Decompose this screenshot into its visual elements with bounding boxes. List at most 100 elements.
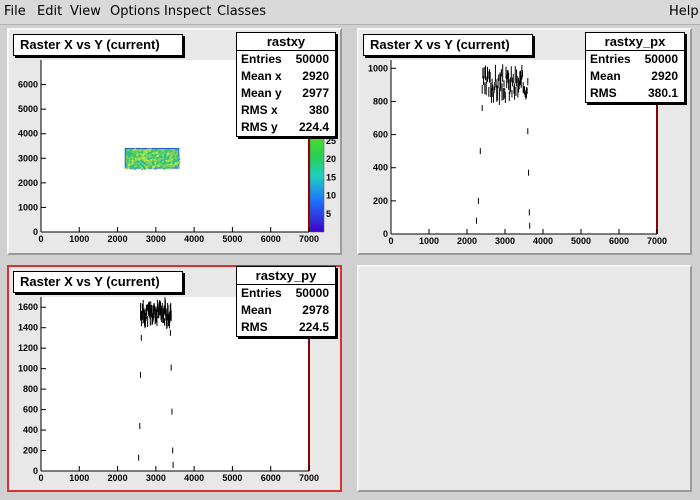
x-tick-label: 3000 [146,473,166,483]
heatmap-cell [172,155,175,158]
pad-rastxy[interactable]: 0 1000 2000 3000 4000 5000 6000 7000 0 1000 2000 30… [7,28,342,255]
y-tick-label: 1000 [368,63,388,73]
y-tick-label: 200 [23,446,38,456]
stats-row: Mean 2920 [590,69,678,83]
palette-label: 5 [326,209,331,219]
heatmap-cell [129,151,132,154]
heatmap-cell [125,154,128,157]
heatmap-cell [143,167,146,170]
pad-rastxy-py[interactable]: 0 1000 2000 3000 4000 5000 6000 7000 0 200 400 600 8… [7,265,342,492]
heatmap-cell [174,165,177,168]
heatmap-cell [145,164,148,167]
x-tick-label: 1000 [69,234,89,244]
heatmap-cell [150,157,153,160]
y-tick-label: 800 [23,384,38,394]
heatmap-cell [161,151,164,154]
heatmap-cell [172,161,175,164]
stats-row: Mean x 2920 [241,69,329,83]
heatmap-cell [161,162,164,165]
heatmap-cell [154,166,157,169]
heatmap-cell [128,155,131,158]
heatmap-cell [143,156,146,159]
heatmap-cell [167,148,170,151]
heatmap-cell [130,148,133,151]
heatmap-cell [146,152,149,155]
heatmap-cell [128,153,131,156]
x-tick-label: 6000 [609,236,629,246]
x-tick-label: 1000 [69,473,89,483]
heatmap-cell [127,163,130,166]
menu-inspect[interactable]: Inspect [164,4,211,19]
x-tick-label: 1000 [419,236,439,246]
heatmap-cell [177,166,180,169]
menu-edit[interactable]: Edit [37,4,62,19]
heatmap-cell [134,157,137,160]
stats-name: rastxy_px [586,33,684,51]
heatmap-cell [177,161,180,164]
heatmap-cell [155,152,158,155]
heatmap-cell [154,149,157,152]
heatmap-cell [149,167,152,170]
heatmap-cell [144,154,147,157]
heatmap-cell [156,148,159,151]
x-tick-label: 0 [38,473,43,483]
heatmap-cell [152,156,155,159]
menu-file[interactable]: File [4,4,26,19]
menu-view[interactable]: View [70,4,101,19]
heatmap-cell [178,157,181,160]
heatmap-cell [125,167,128,170]
heatmap-cell [139,163,142,166]
heatmap-cell [133,167,136,170]
pad-title: Raster X vs Y (current) [13,271,183,293]
heatmap-cell [163,167,166,170]
heatmap-cell [138,151,141,154]
heatmap-cell [145,150,148,153]
x-tick-label: 0 [38,234,43,244]
heatmap-cell [166,158,169,161]
heatmap-cell [164,162,167,165]
stats-name: rastxy [237,33,335,51]
pad-title: Raster X vs Y (current) [13,34,183,56]
x-tick-label: 4000 [184,473,204,483]
x-tick-label: 7000 [299,473,319,483]
heatmap-cell [136,160,139,163]
heatmap-cell [125,165,128,168]
heatmap-cell [171,158,174,161]
menu-help[interactable]: Help [669,4,699,19]
menu-classes[interactable]: Classes [217,4,266,19]
heatmap-cell [174,158,177,161]
heatmap-cell [159,153,162,156]
y-tick-label: 0 [383,229,388,239]
x-tick-label: 3000 [495,236,515,246]
stats-row: RMS y 224.4 [241,120,329,134]
heatmap-cell [156,155,159,158]
y-tick-label: 2000 [18,178,38,188]
heatmap-cell [174,151,177,154]
stats-box: rastxy Entries 50000 Mean x 2920 Mean y 297… [236,32,336,137]
y-tick-label: 400 [373,163,388,173]
heatmap-cell [154,167,157,170]
pad-rastxy-px[interactable]: 0 1000 2000 3000 4000 5000 6000 7000 0 200 400 600 8… [357,28,692,255]
menu-options[interactable]: Options [110,4,160,19]
stats-row: Entries 50000 [241,52,329,66]
y-tick-label: 0 [33,227,38,237]
heatmap-cell [169,167,172,170]
y-tick-label: 3000 [18,153,38,163]
heatmap-cell [145,167,148,170]
heatmap-cell [154,161,157,164]
y-tick-label: 1000 [18,364,38,374]
y-tick-label: 600 [373,130,388,140]
x-tick-label: 6000 [261,473,281,483]
palette-label: 20 [326,154,336,164]
heatmap-cell [140,151,143,154]
pad-empty[interactable] [357,265,692,492]
root-canvas[interactable]: 0 1000 2000 3000 4000 5000 6000 7000 0 1000 2000 30… [0,25,700,500]
heatmap-cell [131,153,134,156]
heatmap-cell [169,156,172,159]
stats-row: Mean 2978 [241,303,329,317]
heatmap-cell [131,162,134,165]
heatmap-cell [167,162,170,165]
stats-row: RMS x 380 [241,103,329,117]
heatmap-cell [156,157,159,160]
x-tick-label: 0 [388,236,393,246]
